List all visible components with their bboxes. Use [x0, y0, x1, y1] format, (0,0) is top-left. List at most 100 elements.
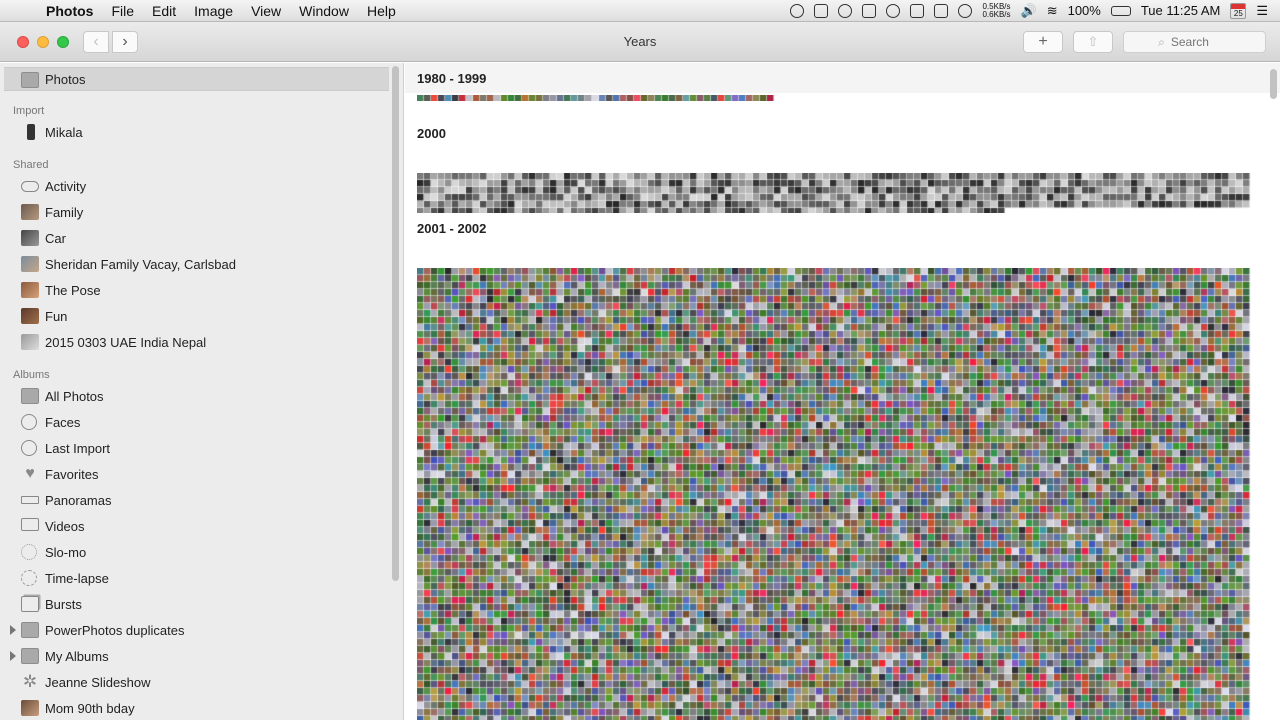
sidebar-item-label: Sheridan Family Vacay, Carlsbad	[45, 256, 236, 272]
search-icon: ⌕	[1158, 34, 1165, 49]
clock-icon	[21, 440, 37, 456]
menu-window[interactable]: Window	[290, 3, 358, 19]
slomo-icon	[21, 544, 37, 560]
album-thumb-icon	[21, 256, 39, 272]
year-group-mosaic[interactable]	[417, 95, 777, 101]
year-group-title[interactable]: 1980 - 1999	[417, 71, 486, 86]
iphone-icon	[27, 124, 35, 140]
heart-icon: ♥	[25, 465, 35, 482]
folder-icon	[21, 622, 39, 638]
sidebar-item-label: Panoramas	[45, 492, 112, 508]
status-app-icon[interactable]	[886, 3, 901, 18]
sidebar-item-family[interactable]: Family	[4, 200, 389, 224]
sidebar-item-2015-0303-uae-india-nepal[interactable]: 2015 0303 UAE India Nepal	[4, 330, 389, 354]
sidebar-item-slo-mo[interactable]: Slo-mo	[4, 540, 389, 564]
title-bar: ‹ › Years + ⇧ ⌕	[0, 22, 1280, 62]
sidebar-item-label: My Albums	[45, 648, 109, 664]
sidebar-item-jeanne-slideshow[interactable]: ✲ Jeanne Slideshow	[4, 670, 389, 694]
sidebar-item-photos[interactable]: Photos	[4, 67, 389, 91]
menu-view[interactable]: View	[242, 3, 290, 19]
status-app-icon[interactable]	[958, 3, 973, 18]
sidebar-item-label: All Photos	[45, 388, 104, 404]
album-thumb-icon	[21, 230, 39, 246]
sidebar-item-activity[interactable]: Activity	[4, 174, 389, 198]
folder-icon	[21, 648, 39, 664]
wifi-icon[interactable]: ≋	[1047, 3, 1058, 19]
timelapse-icon	[21, 570, 37, 586]
sidebar-item-bursts[interactable]: Bursts	[4, 592, 389, 616]
sidebar-item-last-import[interactable]: Last Import	[4, 436, 389, 460]
status-app-icon[interactable]	[790, 3, 805, 18]
clock[interactable]: Tue 11:25 AM	[1141, 3, 1221, 18]
add-button[interactable]: +	[1023, 31, 1063, 53]
sidebar-item-videos[interactable]: Videos	[4, 514, 389, 538]
sidebar-item-time-lapse[interactable]: Time-lapse	[4, 566, 389, 590]
sidebar-scrollbar[interactable]	[392, 66, 399, 581]
sidebar-item-label: Activity	[45, 178, 87, 194]
status-area: 0.5KB/s 0.6KB/s 🔊 ≋ 100% Tue 11:25 AM 25…	[790, 2, 1280, 19]
search-field[interactable]: ⌕	[1123, 31, 1266, 53]
status-app-icon[interactable]	[862, 3, 877, 18]
menu-help[interactable]: Help	[358, 3, 405, 19]
sidebar-item-mikala[interactable]: Mikala	[4, 120, 389, 144]
share-button[interactable]: ⇧	[1073, 31, 1113, 53]
sidebar-item-label: Videos	[45, 518, 85, 534]
sidebar-item-label: Favorites	[45, 466, 99, 482]
year-group-title[interactable]: 2001 - 2002	[417, 221, 486, 236]
album-thumb-icon	[21, 204, 39, 220]
album-thumb-icon	[21, 334, 39, 350]
disclosure-triangle-icon[interactable]	[10, 625, 16, 635]
cloud-icon	[21, 181, 39, 192]
faces-icon	[21, 414, 37, 430]
sidebar-header-albums: Albums	[13, 369, 50, 381]
sidebar-item-car[interactable]: Car	[4, 226, 389, 250]
sticky-header	[405, 63, 1280, 93]
year-group-mosaic[interactable]	[417, 268, 1252, 720]
year-group-mosaic[interactable]	[417, 173, 1252, 213]
sidebar-item-all-photos[interactable]: All Photos	[4, 384, 389, 408]
battery-icon[interactable]	[1110, 5, 1131, 16]
disclosure-triangle-icon[interactable]	[10, 651, 16, 661]
volume-icon[interactable]: 🔊	[1021, 3, 1037, 19]
menu-app-photos[interactable]: Photos	[38, 3, 102, 19]
battery-percent[interactable]: 100%	[1068, 3, 1101, 18]
status-app-icon[interactable]	[814, 3, 829, 18]
network-speed[interactable]: 0.5KB/s 0.6KB/s	[982, 2, 1010, 19]
sidebar: Photos Import Mikala Shared Activity Fam…	[0, 63, 404, 720]
sidebar-header-shared: Shared	[13, 159, 49, 171]
menu-image[interactable]: Image	[185, 3, 242, 19]
notification-center-icon[interactable]: ☰	[1256, 3, 1268, 19]
status-app-icon[interactable]	[838, 3, 853, 18]
sidebar-item-favorites[interactable]: ♥ Favorites	[4, 462, 389, 486]
sidebar-item-my-albums[interactable]: My Albums	[4, 644, 389, 668]
sidebar-item-panoramas[interactable]: Panoramas	[4, 488, 389, 512]
calendar-icon[interactable]: 25	[1230, 2, 1247, 19]
photos-window: ‹ › Years + ⇧ ⌕ Photos Import Mikala Sha…	[0, 22, 1280, 720]
video-icon	[21, 518, 39, 531]
sidebar-item-label: Car	[45, 230, 66, 246]
sidebar-item-label: Last Import	[45, 440, 111, 456]
sidebar-item-sheridan-family-vacay[interactable]: Sheridan Family Vacay, Carlsbad	[4, 252, 389, 276]
menu-edit[interactable]: Edit	[143, 3, 185, 19]
sidebar-item-label: Faces	[45, 414, 81, 430]
sidebar-item-label: Photos	[45, 71, 86, 87]
sidebar-item-label: PowerPhotos duplicates	[45, 622, 185, 638]
sidebar-header-import: Import	[13, 105, 45, 117]
menu-bar: Photos File Edit Image View Window Help …	[0, 0, 1280, 22]
sidebar-item-label: Family	[45, 204, 84, 220]
sidebar-item-fun[interactable]: Fun	[4, 304, 389, 328]
sidebar-item-faces[interactable]: Faces	[4, 410, 389, 434]
sidebar-item-label: Jeanne Slideshow	[45, 674, 151, 690]
content-scrollbar[interactable]	[1270, 69, 1277, 99]
sidebar-item-powerphotos-duplicates[interactable]: PowerPhotos duplicates	[4, 618, 389, 642]
status-app-icon[interactable]	[934, 3, 949, 18]
sidebar-item-label: Mom 90th bday	[45, 700, 135, 716]
sidebar-item-label: Bursts	[45, 596, 82, 612]
all-photos-icon	[21, 388, 39, 404]
sidebar-item-mom-90th-bday[interactable]: Mom 90th bday	[4, 696, 389, 720]
status-app-icon[interactable]	[910, 3, 925, 18]
sidebar-item-the-pose[interactable]: The Pose	[4, 278, 389, 302]
search-input[interactable]	[1170, 35, 1231, 49]
menu-file[interactable]: File	[102, 3, 143, 19]
year-group-title[interactable]: 2000	[417, 126, 446, 141]
